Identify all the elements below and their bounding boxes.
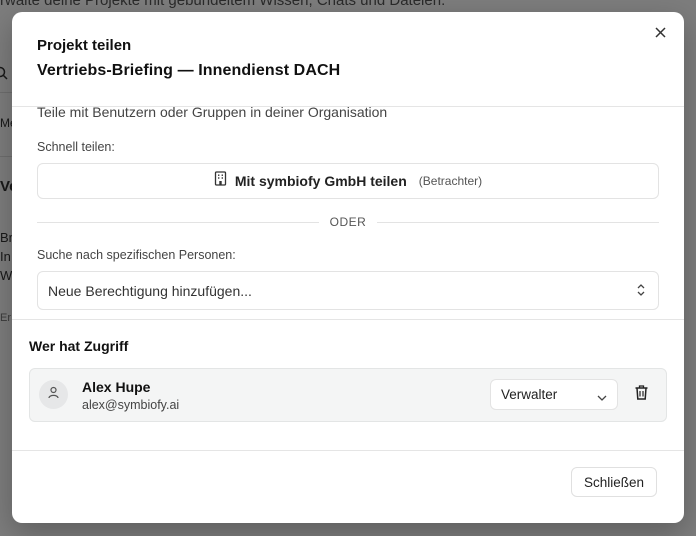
dialog-title: Projekt teilen: [37, 37, 132, 54]
close-dialog-button[interactable]: Schließen: [571, 467, 657, 497]
project-name: Vertriebs-Briefing — Innendienst DACH: [37, 62, 341, 79]
user-icon: [47, 386, 60, 404]
chevron-down-icon: [597, 389, 607, 407]
share-description: Teile mit Benutzern oder Gruppen in dein…: [37, 104, 388, 120]
access-section-title: Wer hat Zugriff: [29, 338, 129, 354]
search-label: Suche nach spezifischen Personen:: [37, 248, 236, 262]
or-divider: ODER: [37, 213, 659, 231]
trash-icon: [635, 385, 648, 405]
footer-divider: [12, 450, 684, 451]
chevrons-up-down-icon: [636, 283, 646, 302]
access-user-row: Alex Hupe alex@symbiofy.ai Verwalter: [29, 368, 667, 422]
building-icon: [214, 171, 227, 191]
add-permission-select[interactable]: Neue Berechtigung hinzufügen...: [37, 271, 659, 310]
user-role-select[interactable]: Verwalter: [490, 379, 618, 410]
add-permission-placeholder: Neue Berechtigung hinzufügen...: [48, 283, 252, 299]
remove-user-button[interactable]: [630, 384, 652, 406]
section-divider: [12, 319, 684, 320]
close-button[interactable]: [652, 26, 668, 42]
user-email: alex@symbiofy.ai: [82, 398, 180, 412]
share-with-organization-button[interactable]: Mit symbiofy GmbH teilen (Betrachter): [37, 163, 659, 199]
share-org-label: Mit symbiofy GmbH teilen: [234, 173, 407, 189]
quick-share-label: Schnell teilen:: [37, 140, 115, 154]
user-name: Alex Hupe: [82, 379, 151, 395]
user-role-value: Verwalter: [501, 387, 558, 402]
avatar: [39, 380, 68, 409]
x-icon: [654, 25, 666, 43]
share-org-role: (Betrachter): [418, 174, 483, 188]
share-project-dialog: Projekt teilen Vertriebs-Briefing — Inne…: [12, 12, 684, 523]
